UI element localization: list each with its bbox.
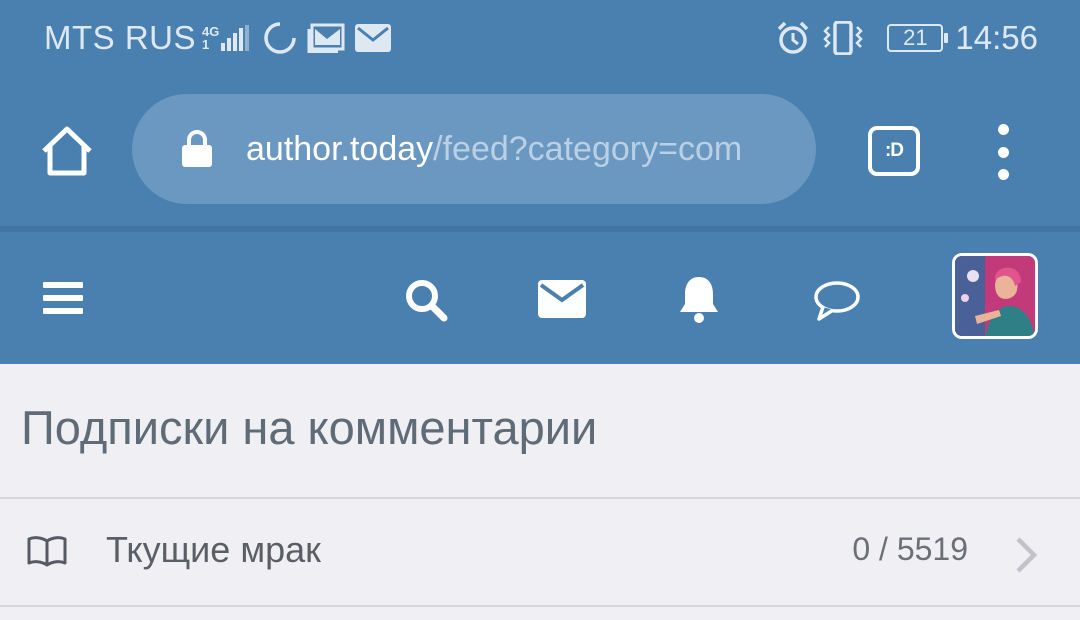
mail-icon[interactable] [537, 278, 587, 320]
url-text: author.today/feed?category=com [246, 130, 786, 169]
list-item[interactable]: Ткущие мрак 0 / 5519 [0, 499, 1080, 607]
avatar[interactable] [952, 253, 1038, 339]
home-button[interactable] [36, 120, 98, 182]
battery-icon: 21 [887, 24, 949, 52]
page-title: Подписки на комментарии [21, 401, 598, 454]
chevron-right-icon [1012, 535, 1040, 575]
sync-icon [263, 21, 297, 55]
browser-toolbar: author.today/feed?category=com :D [0, 76, 1080, 226]
main-content: Подписки на комментарии Ткущие мрак 0 / … [0, 364, 1080, 620]
status-left: MTS RUS 4G 1 [44, 19, 401, 57]
status-right: 21 14:56 [775, 19, 1038, 57]
avatar-image [955, 256, 1035, 336]
carrier-name: MTS RUS [44, 19, 196, 56]
hamburger-icon[interactable] [43, 282, 83, 314]
lock-icon [180, 129, 216, 169]
book-icon [26, 533, 68, 569]
address-bar[interactable]: author.today/feed?category=com [132, 94, 816, 204]
chat-icon[interactable] [812, 278, 862, 324]
network-type: 4G 1 [202, 25, 219, 51]
site-header [0, 226, 1080, 364]
battery-level: 21 [903, 25, 928, 50]
list-item-title: Ткущие мрак [106, 529, 321, 570]
extension-label: :D [884, 140, 904, 161]
vibrate-icon [821, 21, 865, 55]
bell-icon[interactable] [676, 272, 722, 326]
list-item-count: 0 / 5519 [852, 531, 968, 567]
url-path: /feed?category=com [433, 129, 743, 168]
extension-button[interactable]: :D [868, 126, 920, 176]
menu-dots-icon[interactable] [988, 124, 1018, 180]
search-icon[interactable] [402, 276, 450, 324]
alarm-icon [775, 20, 811, 56]
mail-icon [355, 24, 392, 52]
signal-icon [221, 25, 251, 51]
url-domain: author.today [246, 129, 434, 168]
clock: 14:56 [955, 19, 1038, 56]
network-type-bottom: 1 [202, 37, 210, 52]
home-icon [42, 126, 92, 176]
status-bar: MTS RUS 4G 1 21 14:56 [0, 0, 1080, 76]
gallery-mail-icon [307, 23, 345, 53]
divider [0, 605, 1080, 607]
